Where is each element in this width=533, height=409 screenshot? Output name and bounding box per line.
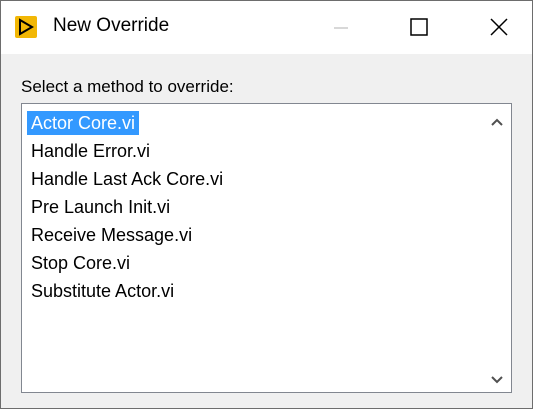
method-list-item[interactable]: Receive Message.vi <box>27 221 487 249</box>
title-bar[interactable]: New Override <box>1 1 532 54</box>
method-list-item-label: Receive Message.vi <box>31 225 193 245</box>
maximize-icon <box>410 18 428 36</box>
chevron-down-icon <box>491 376 503 384</box>
minimize-icon <box>334 27 348 29</box>
method-list-item[interactable]: Handle Error.vi <box>27 137 487 165</box>
close-button[interactable] <box>463 1 533 54</box>
vertical-scrollbar[interactable] <box>483 104 511 392</box>
method-list-item-label: Actor Core.vi <box>27 111 140 135</box>
method-list-item-label: Handle Last Ack Core.vi <box>31 169 224 189</box>
close-icon <box>490 18 508 36</box>
new-override-dialog: New Override Select a method to override… <box>0 0 533 409</box>
method-list-item-label: Substitute Actor.vi <box>31 281 175 301</box>
method-prompt-label: Select a method to override: <box>21 77 234 96</box>
method-list-item-label: Handle Error.vi <box>31 141 151 161</box>
method-list-item-label: Pre Launch Init.vi <box>31 197 171 217</box>
maximize-button[interactable] <box>384 1 454 54</box>
scroll-down-button[interactable] <box>483 368 511 392</box>
method-listbox[interactable]: Actor Core.vi Handle Error.vi Handle Last … <box>21 103 512 393</box>
method-list-item[interactable]: Stop Core.vi <box>27 249 487 277</box>
method-list-item[interactable]: Pre Launch Init.vi <box>27 193 487 221</box>
method-list-item-label: Stop Core.vi <box>31 253 131 273</box>
chevron-up-icon <box>491 118 503 126</box>
method-list-item[interactable]: Substitute Actor.vi <box>27 277 487 305</box>
window-title: New Override <box>53 15 170 36</box>
labview-arrow-icon <box>15 16 37 38</box>
minimize-button[interactable] <box>305 1 375 54</box>
method-list-item[interactable]: Handle Last Ack Core.vi <box>27 165 487 193</box>
scroll-up-button[interactable] <box>483 110 511 134</box>
method-list-item[interactable]: Actor Core.vi <box>27 109 487 137</box>
method-list[interactable]: Actor Core.vi Handle Error.vi Handle Last … <box>27 109 487 305</box>
